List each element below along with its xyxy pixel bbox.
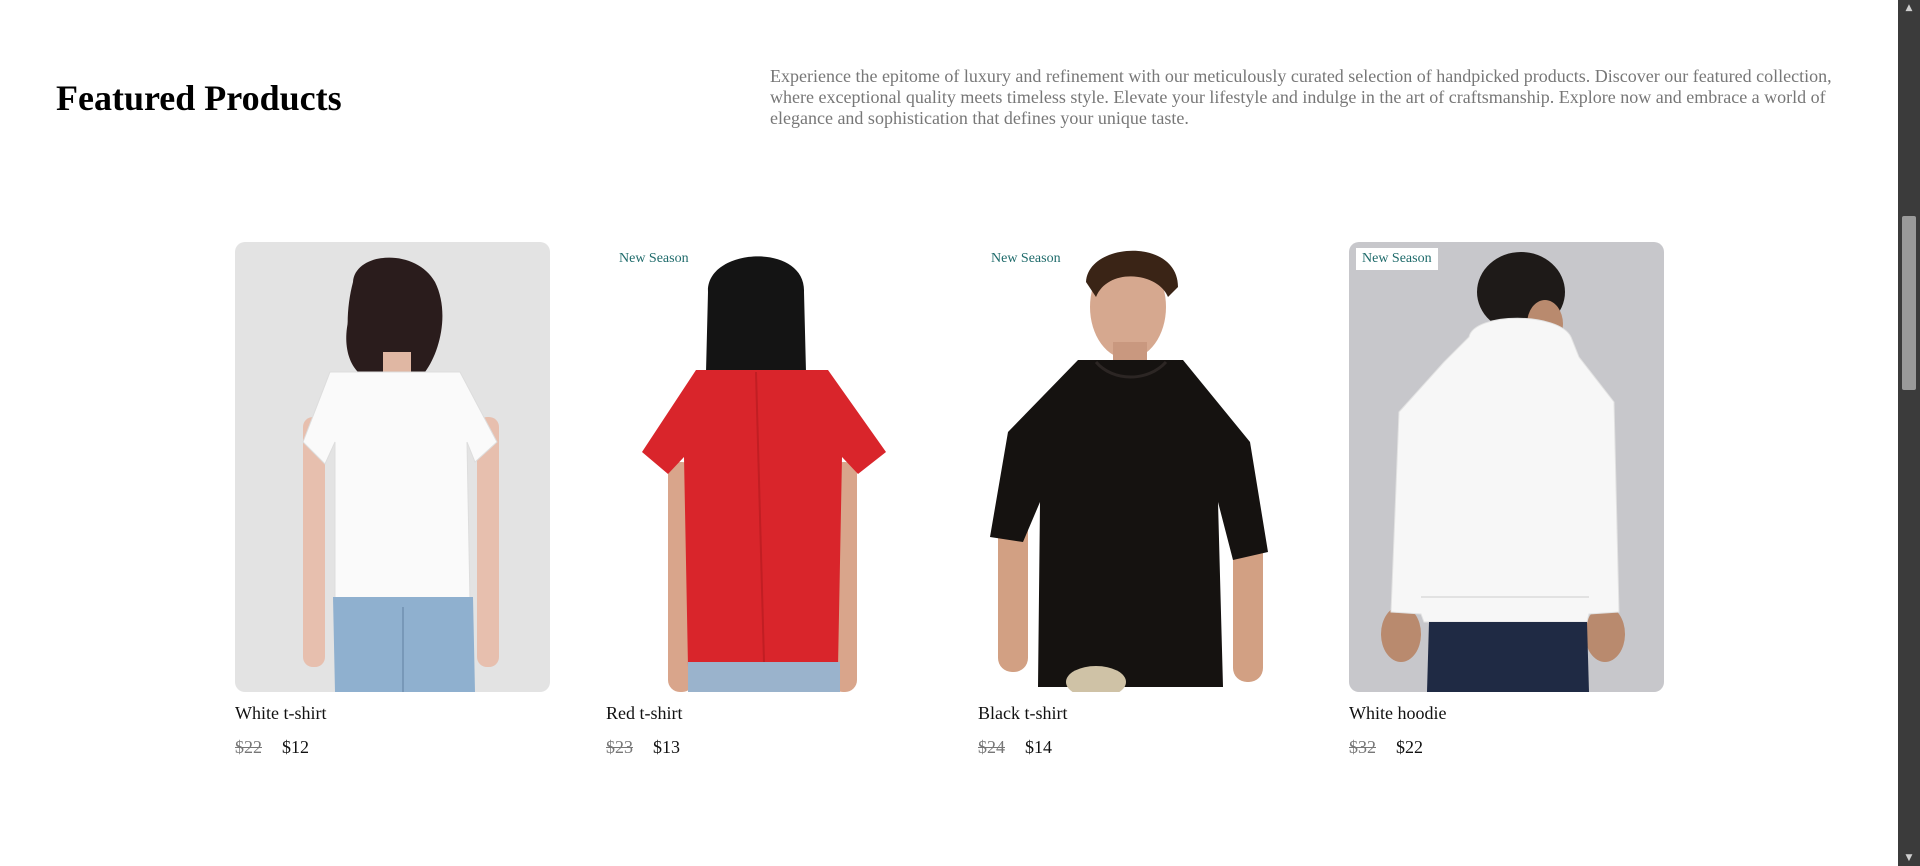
price-row: $24 $14 <box>978 736 1293 758</box>
product-image[interactable]: New Season <box>978 242 1293 692</box>
triangle-down-icon[interactable]: ▼ <box>1898 850 1920 866</box>
product-image[interactable]: New Season <box>1349 242 1664 692</box>
price-row: $22 $12 <box>235 736 550 758</box>
product-image[interactable] <box>235 242 550 692</box>
sale-price: $22 <box>1396 737 1423 757</box>
page-title: Featured Products <box>56 78 342 118</box>
product-name[interactable]: White t-shirt <box>235 702 550 724</box>
old-price: $23 <box>606 737 633 757</box>
red-tshirt-photo <box>606 242 921 692</box>
scroll-thumb[interactable] <box>1902 216 1916 390</box>
product-name[interactable]: White hoodie <box>1349 702 1664 724</box>
new-season-badge: New Season <box>613 248 695 270</box>
new-season-badge: New Season <box>1356 248 1438 270</box>
sale-price: $13 <box>653 737 680 757</box>
black-tshirt-photo <box>978 242 1293 692</box>
white-tshirt-photo <box>235 242 550 692</box>
new-season-badge: New Season <box>985 248 1067 270</box>
old-price: $22 <box>235 737 262 757</box>
sale-price: $12 <box>282 737 309 757</box>
old-price: $32 <box>1349 737 1376 757</box>
product-card-white-tshirt[interactable]: White t-shirt $22 $12 <box>235 242 550 758</box>
old-price: $24 <box>978 737 1005 757</box>
product-image[interactable]: New Season <box>606 242 921 692</box>
triangle-up-icon[interactable]: ▲ <box>1898 0 1920 16</box>
sale-price: $14 <box>1025 737 1052 757</box>
products-grid: White t-shirt $22 $12 New Season Red t-sh… <box>235 242 1665 772</box>
section-header: Featured Products Experience the epitome… <box>0 0 1898 160</box>
price-row: $32 $22 <box>1349 736 1664 758</box>
product-card-white-hoodie[interactable]: New Season White hoodie $32 $22 <box>1349 242 1664 758</box>
product-name[interactable]: Red t-shirt <box>606 702 921 724</box>
intro-text: Experience the epitome of luxury and ref… <box>770 66 1832 128</box>
product-card-red-tshirt[interactable]: New Season Red t-shirt $23 $13 <box>606 242 921 758</box>
price-row: $23 $13 <box>606 736 921 758</box>
vertical-scrollbar[interactable]: ▲ ▼ <box>1898 0 1920 866</box>
product-name[interactable]: Black t-shirt <box>978 702 1293 724</box>
product-card-black-tshirt[interactable]: New Season Black t-shirt $24 $14 <box>978 242 1293 758</box>
white-hoodie-photo <box>1349 242 1664 692</box>
